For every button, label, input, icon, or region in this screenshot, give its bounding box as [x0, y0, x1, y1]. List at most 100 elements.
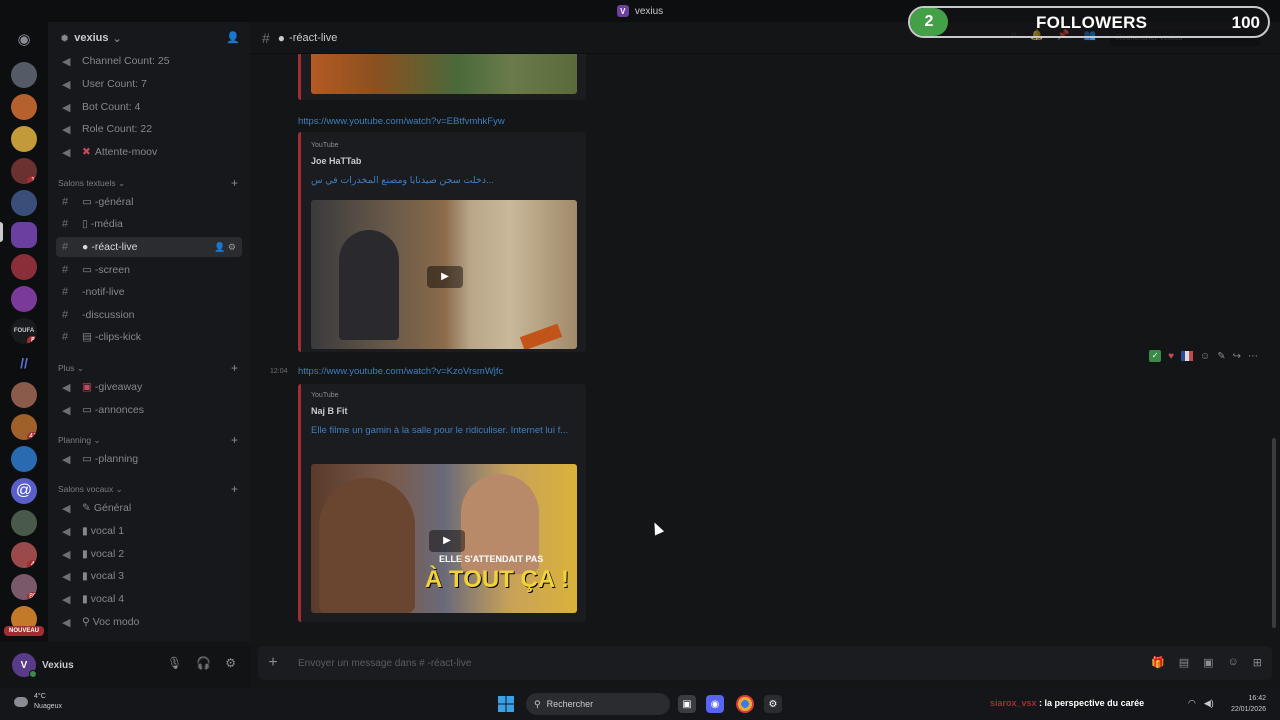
stream-ticker: siarox_vsx : la perspective du carée — [990, 698, 1145, 708]
server-icon[interactable] — [11, 62, 37, 88]
task-view-icon[interactable]: ▣ — [678, 695, 696, 713]
gift-icon[interactable]: 🎁 — [1151, 656, 1165, 669]
add-channel-icon[interactable]: + — [231, 482, 238, 496]
add-user-icon[interactable]: 👤 — [226, 31, 240, 44]
stat-channel[interactable]: ◀ User Count: 7 — [56, 74, 242, 94]
channel-screen[interactable]: # ▭ -screen — [56, 260, 242, 280]
emoji-icon: ▭ — [82, 404, 92, 416]
server-icon-at[interactable]: @ — [11, 478, 37, 504]
server-icon[interactable] — [11, 286, 37, 312]
stat-channel[interactable]: ◀ Role Count: 22 — [56, 119, 242, 139]
youtube-embed: YouTube Joe HaTTab دخلت سجن صيدنايا ومصن… — [298, 132, 586, 352]
stat-channel[interactable]: ◀ Channel Count: 25 — [56, 51, 242, 71]
taskbar-search[interactable]: ⚲ Rechercher — [526, 693, 670, 715]
embed-title[interactable]: Elle filme un gamin à la salle pour le r… — [311, 424, 577, 438]
embed-author[interactable]: Joe HaTTab — [311, 156, 361, 166]
username[interactable]: Vexius — [42, 660, 74, 671]
heart-reaction-icon[interactable]: ♥ — [1168, 351, 1174, 362]
add-channel-icon[interactable]: + — [231, 176, 238, 190]
channel-general[interactable]: # ▭ -général — [56, 192, 242, 212]
video-thumbnail[interactable] — [311, 54, 577, 94]
embed-title[interactable]: دخلت سجن صيدنايا ومصنع المخدرات في س... — [311, 174, 577, 188]
channel-giveaway[interactable]: ◀ ▣ -giveaway — [56, 377, 242, 397]
flag-reaction-icon[interactable] — [1181, 351, 1193, 361]
voice-channel-vocal-2[interactable]: ◀ ▮ vocal 2 — [56, 544, 242, 564]
stat-channel[interactable]: ◀ ✖ Attente-moov — [56, 142, 242, 162]
embed-author[interactable]: Naj B Fit — [311, 406, 348, 416]
channel-discussion[interactable]: # -discussion — [56, 305, 242, 325]
discord-home-icon[interactable]: ◉ — [12, 30, 36, 48]
edit-icon[interactable]: ✎ — [1217, 351, 1225, 362]
category-voice-channels[interactable]: Salons vocaux ⌄ + — [58, 482, 244, 496]
channel-settings-icon[interactable]: 👤 ⚙ — [214, 242, 236, 253]
windows-start-icon[interactable] — [498, 696, 514, 715]
category-plus[interactable]: Plus ⌄ + — [58, 361, 244, 375]
channel-annonces[interactable]: ◀ ▭ -annonces — [56, 400, 242, 420]
server-icon[interactable]: 89 — [11, 574, 37, 600]
checkmark-reaction-icon[interactable]: ✓ — [1149, 350, 1162, 362]
gif-icon[interactable]: ▤ — [1179, 656, 1189, 669]
voice-channel-vocal-4[interactable]: ◀ ▮ vocal 4 — [56, 589, 242, 609]
channel-clips-kick[interactable]: # ▤ -clips-kick — [56, 327, 242, 347]
server-icon[interactable] — [11, 94, 37, 120]
apps-icon[interactable]: ⊞ — [1253, 656, 1262, 669]
server-icon[interactable] — [11, 446, 37, 472]
server-icon[interactable]: 1 — [11, 158, 37, 184]
discord-app-icon[interactable]: ◉ — [706, 695, 724, 713]
steam-icon[interactable]: ⚙ — [764, 695, 782, 713]
server-header[interactable]: ✹ vexius ⌄ 👤 — [48, 22, 250, 54]
youtube-link[interactable]: https://www.youtube.com/watch?v=EBtfvmhk… — [298, 116, 505, 127]
server-icon[interactable] — [11, 510, 37, 536]
category-planning[interactable]: Planning ⌄ + — [58, 433, 244, 447]
youtube-link[interactable]: https://www.youtube.com/watch?v=KzoVrsmW… — [298, 366, 503, 377]
voice-channel-vocal-1[interactable]: ◀ ▮ vocal 1 — [56, 521, 242, 541]
avatar[interactable]: V — [12, 653, 37, 678]
play-icon[interactable]: ▶ — [427, 266, 463, 288]
channel-planning[interactable]: ◀ ▭ -planning — [56, 449, 242, 469]
chrome-icon[interactable] — [736, 695, 754, 713]
attach-plus-icon[interactable]: + — [258, 654, 288, 672]
emoji-icon: ▤ — [82, 331, 92, 343]
channel-title: -réact-live — [289, 31, 338, 44]
channel-media[interactable]: # ▯ -média — [56, 214, 242, 234]
play-icon[interactable]: ▶ — [429, 530, 465, 552]
server-icon-foufa[interactable]: FOUFA 8 — [11, 318, 37, 344]
video-thumbnail[interactable]: ▶ — [311, 200, 577, 349]
channel-react-live[interactable]: # ● -réact-live 👤 ⚙ — [56, 237, 242, 257]
message-input[interactable]: Envoyer un message dans # -réact-live — [298, 658, 471, 669]
add-reaction-icon[interactable]: ☺ — [1200, 351, 1210, 362]
video-thumbnail[interactable]: ▶ ELLE S'ATTENDAIT PAS À TOUT ÇA ! — [311, 464, 577, 613]
add-channel-icon[interactable]: + — [231, 433, 238, 447]
user-settings-gear-icon[interactable]: ⚙ — [225, 656, 236, 670]
weather-widget[interactable]: 4°C Nuageux — [14, 692, 62, 712]
add-channel-icon[interactable]: + — [231, 361, 238, 375]
server-icon[interactable]: 41 — [11, 414, 37, 440]
hash-icon: # — [62, 196, 69, 208]
voice-channel-voc-modo[interactable]: ◀ ⚲ Voc modo — [56, 612, 242, 632]
notification-badge: 41 — [27, 432, 37, 440]
microphone-icon[interactable]: 🎙 — [167, 656, 182, 670]
sticker-icon[interactable]: ▣ — [1203, 656, 1213, 669]
reply-icon[interactable]: ↪ — [1233, 351, 1241, 362]
server-icon[interactable]: 4 — [11, 542, 37, 568]
wifi-icon[interactable]: ◠ — [1188, 698, 1196, 709]
server-icon[interactable] — [11, 382, 37, 408]
headphones-icon[interactable]: 🎧 — [196, 656, 211, 670]
followers-goal: 100 — [1231, 13, 1260, 32]
server-icon[interactable] — [11, 254, 37, 280]
message-composer[interactable]: + Envoyer un message dans # -réact-live … — [258, 646, 1272, 680]
clock[interactable]: 16:42 22/01/2026 — [1231, 693, 1266, 715]
server-icon[interactable] — [11, 190, 37, 216]
volume-icon[interactable]: ◀) — [1204, 698, 1214, 709]
voice-channel-vocal-3[interactable]: ◀ ▮ vocal 3 — [56, 566, 242, 586]
server-icon[interactable] — [11, 126, 37, 152]
emoji-icon[interactable]: ☺ — [1228, 656, 1239, 669]
voice-channel-general[interactable]: ◀ ✎ Général — [56, 498, 242, 518]
category-text-channels[interactable]: Salons textuels ⌄ + — [58, 176, 244, 190]
channel-notif-live[interactable]: # -notif-live — [56, 282, 242, 302]
message-scrollbar[interactable] — [1272, 438, 1276, 628]
server-icon-slash[interactable]: // — [11, 350, 37, 376]
more-options-icon[interactable]: ⋯ — [1248, 351, 1258, 362]
server-icon-vexius[interactable] — [11, 222, 37, 248]
stat-channel[interactable]: ◀ Bot Count: 4 — [56, 97, 242, 117]
